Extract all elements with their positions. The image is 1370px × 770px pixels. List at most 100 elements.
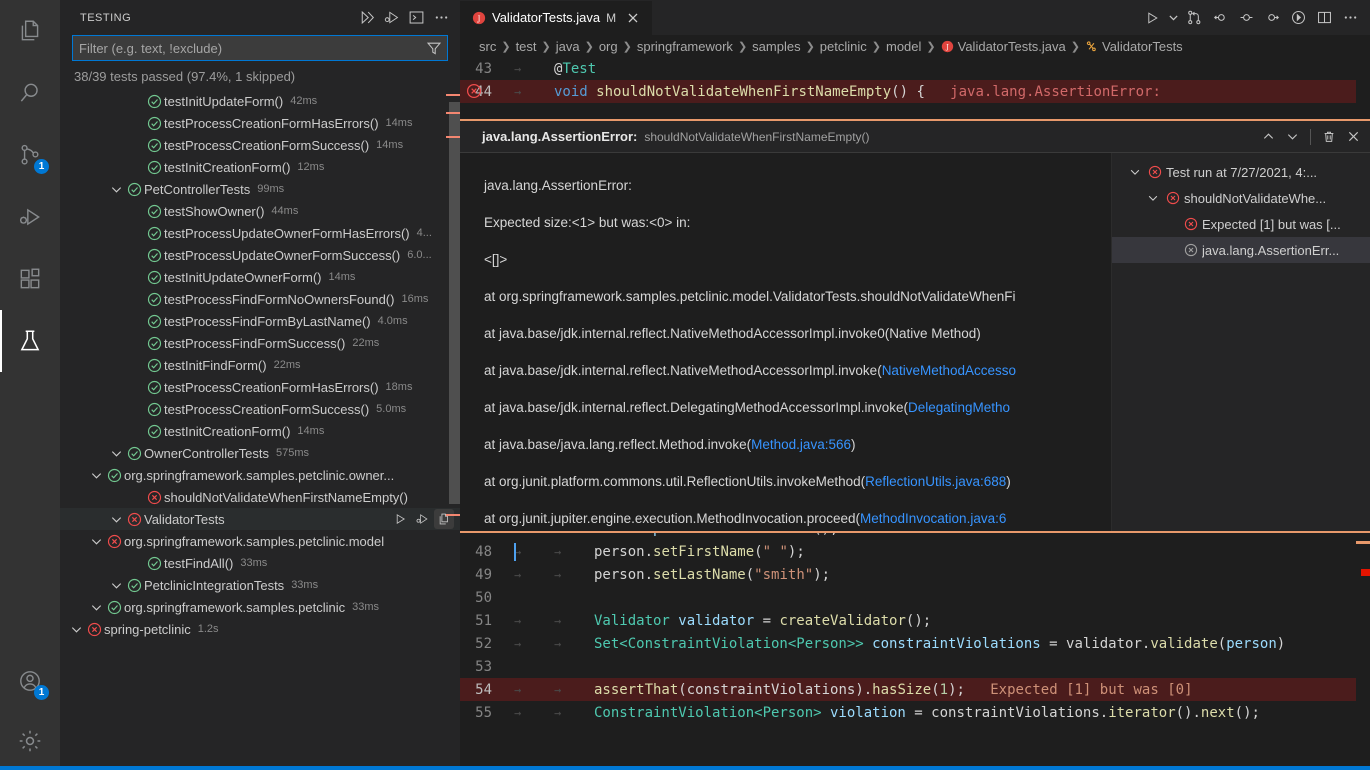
clear-results-button[interactable] — [1318, 126, 1340, 148]
filter-box[interactable] — [72, 35, 448, 61]
code-line[interactable]: 54→→assertThat(constraintViolations).has… — [460, 678, 1370, 701]
code-line[interactable]: 55→→ConstraintViolation<Person> violatio… — [460, 701, 1370, 724]
test-tree-row[interactable]: OwnerControllerTests575ms — [60, 442, 460, 464]
filter-icon[interactable] — [425, 39, 443, 57]
test-tree-row[interactable]: PetControllerTests99ms — [60, 178, 460, 200]
twistie-icon[interactable] — [108, 513, 124, 526]
twistie-icon[interactable] — [88, 601, 104, 614]
activity-item-manage[interactable] — [0, 712, 60, 770]
run-or-debug-button[interactable] — [1140, 6, 1164, 30]
test-tree-row[interactable]: testProcessCreationFormSuccess()14ms — [60, 134, 460, 156]
code-line[interactable]: 50 — [460, 586, 1370, 609]
run-dropdown-button[interactable] — [1166, 6, 1180, 30]
close-icon[interactable] — [624, 9, 642, 27]
breadcrumb-item[interactable]: samples — [752, 39, 800, 54]
code-line[interactable]: 44→void shouldNotValidateWhenFirstNameEm… — [460, 80, 1370, 103]
stack-trace-link[interactable]: Method.java:566 — [751, 437, 851, 452]
breakpoint-button[interactable] — [1234, 6, 1258, 30]
test-tree-row[interactable]: testProcessFindFormByLastName()4.0ms — [60, 310, 460, 332]
next-error-button[interactable] — [1281, 126, 1303, 148]
sidebar-scrollbar[interactable] — [446, 90, 460, 770]
test-tree-row[interactable]: testInitFindForm()22ms — [60, 354, 460, 376]
filter-input[interactable] — [79, 37, 425, 59]
test-tree-row[interactable]: testProcessCreationFormSuccess()5.0ms — [60, 398, 460, 420]
breadcrumb-item[interactable]: petclinic — [820, 39, 867, 54]
test-tree-row[interactable]: testShowOwner()44ms — [60, 200, 460, 222]
run-test-button[interactable] — [390, 509, 410, 529]
twistie-icon[interactable] — [68, 623, 84, 636]
twistie-icon[interactable] — [108, 183, 124, 196]
twistie-icon[interactable] — [88, 535, 104, 548]
run-tests-button[interactable] — [1286, 6, 1310, 30]
breadcrumb[interactable]: src❯test❯java❯org❯springframework❯sample… — [460, 35, 1370, 57]
test-tree-row[interactable]: PetclinicIntegrationTests33ms — [60, 574, 460, 596]
peek-tree-row[interactable]: Test run at 7/27/2021, 4:... — [1112, 159, 1370, 185]
breadcrumb-item[interactable]: model — [886, 39, 921, 54]
editor-more-actions-button[interactable] — [1338, 6, 1362, 30]
breadcrumb-item[interactable]: ValidatorTests — [1085, 39, 1183, 54]
peek-tree-row[interactable]: shouldNotValidateWhe... — [1112, 185, 1370, 211]
editor-tab-validatortests[interactable]: J ValidatorTests.java M — [460, 0, 652, 35]
previous-error-button[interactable] — [1257, 126, 1279, 148]
stack-trace-link[interactable]: NativeMethodAccesso — [882, 363, 1016, 378]
peek-tree-row[interactable]: java.lang.AssertionErr... — [1112, 237, 1370, 263]
breadcrumb-item[interactable]: src — [479, 39, 496, 54]
breadcrumb-item[interactable]: JValidatorTests.java — [941, 39, 1066, 54]
test-tree-row[interactable]: testProcessUpdateOwnerFormSuccess()6.0..… — [60, 244, 460, 266]
twistie-icon[interactable] — [88, 469, 104, 482]
breadcrumb-item[interactable]: java — [556, 39, 580, 54]
test-tree-row[interactable]: testProcessCreationFormHasErrors()18ms — [60, 376, 460, 398]
status-bar[interactable] — [0, 766, 1370, 770]
test-tree-row[interactable]: org.springframework.samples.petclinic.ow… — [60, 464, 460, 486]
peek-tree-row[interactable]: Expected [1] but was [... — [1112, 211, 1370, 237]
code-line[interactable]: 51→→Validator validator = createValidato… — [460, 609, 1370, 632]
run-all-tests-button[interactable] — [355, 7, 377, 29]
peek-results-tree[interactable]: Test run at 7/27/2021, 4:...shouldNotVal… — [1112, 153, 1370, 531]
code-line[interactable]: 49→→person.setLastName("smith"); — [460, 563, 1370, 586]
test-tree[interactable]: testInitUpdateForm()42ms testProcessCreat… — [60, 90, 460, 770]
test-tree-row[interactable]: ValidatorTests — [60, 508, 460, 530]
stack-trace-link[interactable]: MethodInvocation.java:6 — [860, 511, 1006, 526]
test-tree-row[interactable]: testProcessFindFormNoOwnersFound()16ms — [60, 288, 460, 310]
debug-test-button[interactable] — [412, 509, 432, 529]
activity-item-testing[interactable] — [0, 310, 60, 372]
debug-all-tests-button[interactable] — [380, 7, 402, 29]
test-tree-row[interactable]: shouldNotValidateWhenFirstNameEmpty() — [60, 486, 460, 508]
close-peek-button[interactable] — [1342, 126, 1364, 148]
test-tree-row[interactable]: testInitCreationForm()14ms — [60, 420, 460, 442]
peek-message-panel[interactable]: java.lang.AssertionError:Expected size:<… — [460, 153, 1112, 531]
test-tree-row[interactable]: testProcessUpdateOwnerFormHasErrors()4..… — [60, 222, 460, 244]
breadcrumb-item[interactable]: test — [516, 39, 537, 54]
code-line[interactable]: 53 — [460, 655, 1370, 678]
test-tree-row[interactable]: spring-petclinic1.2s — [60, 618, 460, 640]
test-tree-row[interactable]: testFindAll()33ms — [60, 552, 460, 574]
twistie-icon[interactable] — [108, 447, 124, 460]
step-forward-button[interactable] — [1260, 6, 1284, 30]
sidebar-more-actions-button[interactable] — [430, 7, 452, 29]
test-tree-row[interactable]: testInitCreationForm()12ms — [60, 156, 460, 178]
test-tree-row[interactable]: testInitUpdateOwnerForm()14ms — [60, 266, 460, 288]
activity-item-run-and-debug[interactable] — [0, 186, 60, 248]
activity-item-extensions[interactable] — [0, 248, 60, 310]
stack-trace-link[interactable]: DelegatingMetho — [908, 400, 1010, 415]
activity-item-explorer[interactable] — [0, 0, 60, 62]
activity-item-search[interactable] — [0, 62, 60, 124]
step-back-button[interactable] — [1208, 6, 1232, 30]
twistie-icon[interactable] — [108, 579, 124, 592]
code-line[interactable]: 48→→person.setFirstName(" "); — [460, 540, 1370, 563]
split-editor-button[interactable] — [1312, 6, 1336, 30]
test-tree-row[interactable]: org.springframework.samples.petclinic33m… — [60, 596, 460, 618]
test-tree-row[interactable]: testInitUpdateForm()42ms — [60, 90, 460, 112]
activity-item-source-control[interactable]: 1 — [0, 124, 60, 186]
breadcrumb-item[interactable]: springframework — [637, 39, 733, 54]
code-line[interactable]: 52→→Set<ConstraintViolation<Person>> con… — [460, 632, 1370, 655]
twistie-icon[interactable] — [1144, 192, 1162, 204]
toggle-inlay-button[interactable] — [1182, 6, 1206, 30]
code-line[interactable]: 43→@Test — [460, 57, 1370, 80]
test-tree-row[interactable]: testProcessFindFormSuccess()22ms — [60, 332, 460, 354]
stack-trace-link[interactable]: ReflectionUtils.java:688 — [865, 474, 1006, 489]
activity-item-accounts[interactable]: 1 — [0, 650, 60, 712]
show-output-button[interactable] — [405, 7, 427, 29]
twistie-icon[interactable] — [1126, 166, 1144, 178]
breadcrumb-item[interactable]: org — [599, 39, 618, 54]
